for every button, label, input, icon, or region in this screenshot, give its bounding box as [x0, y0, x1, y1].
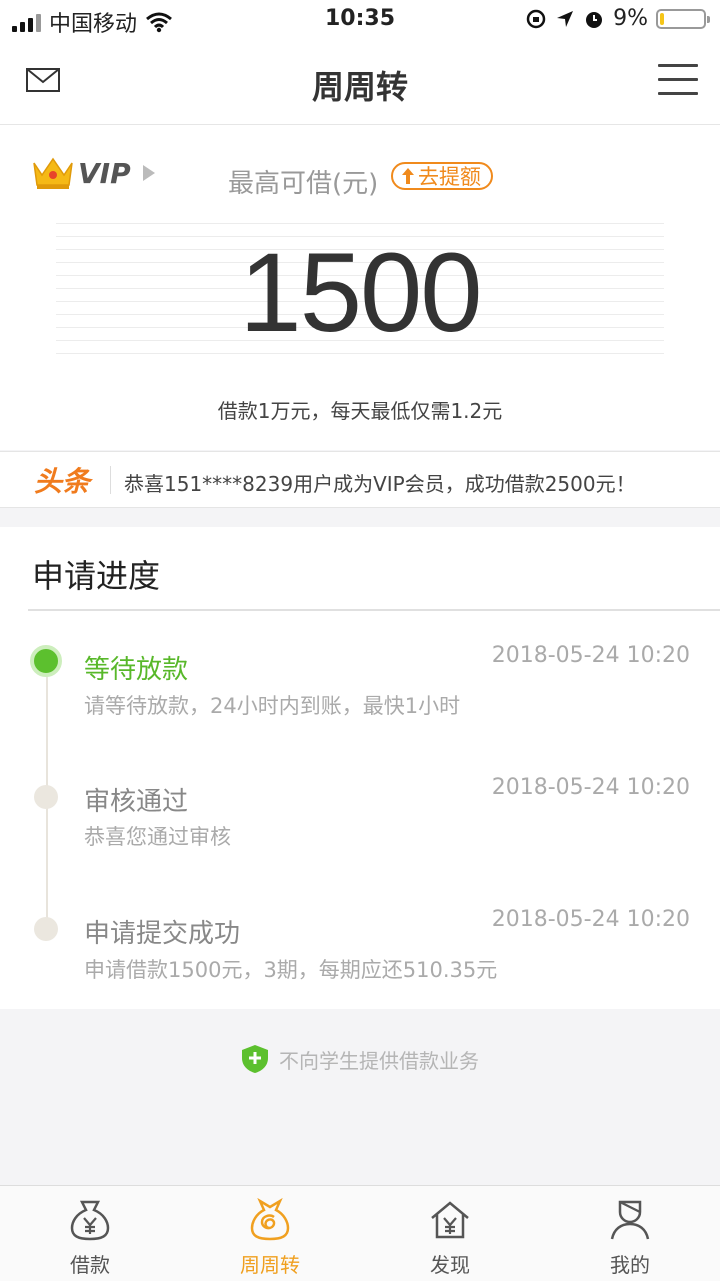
step-dot [34, 785, 58, 809]
vip-label: VIP [78, 156, 131, 190]
battery-icon [656, 8, 710, 29]
money-bag-icon [70, 1200, 110, 1241]
tab-label: 发现 [430, 1253, 470, 1277]
step-title: 等待放款 [84, 655, 189, 685]
tab-label: 周周转 [240, 1253, 300, 1277]
raise-limit-button[interactable]: 去提额 [391, 162, 493, 190]
headline-logo: 头条 [34, 465, 91, 498]
step-title: 申请提交成功 [84, 919, 241, 949]
tab-bar: 借款 周周转 发现 我的 [0, 1185, 720, 1281]
rotation-lock-icon [526, 9, 546, 28]
step-desc: 恭喜您通过审核 [84, 825, 231, 849]
divider [110, 466, 111, 494]
alarm-icon [586, 11, 603, 28]
raise-limit-label: 去提额 [418, 165, 481, 189]
tab-discover[interactable]: 发现 [360, 1186, 540, 1281]
up-arrow-icon [402, 168, 414, 184]
spiral-bag-icon [250, 1198, 290, 1241]
page-title: 周周转 [311, 68, 408, 106]
tab-mine[interactable]: 我的 [540, 1186, 720, 1281]
step-time: 2018-05-24 10:20 [491, 907, 690, 932]
step-dot [34, 917, 58, 941]
news-ticker[interactable]: 头条 恭喜151****8239用户成为VIP会员，成功借款2500元！ [0, 451, 720, 508]
house-yen-icon [431, 1201, 469, 1239]
news-text: 恭喜151****8239用户成为VIP会员，成功借款2500元！ [124, 472, 636, 496]
loan-note: 借款1万元，每天最低仅需1.2元 [217, 399, 503, 423]
step-time: 2018-05-24 10:20 [491, 643, 690, 668]
limit-card: VIP 最高可借(元) 去提额 1500 借款1万元，每天最低仅需1.2元 [0, 125, 720, 450]
nav-bar: 周周转 [0, 40, 720, 125]
tab-label: 我的 [610, 1253, 650, 1277]
location-icon [557, 10, 574, 27]
step-dot-active [30, 645, 62, 677]
person-icon [610, 1200, 650, 1240]
step-title: 审核通过 [84, 787, 189, 817]
step-time: 2018-05-24 10:20 [491, 775, 690, 800]
notice-text: 不向学生提供借款业务 [279, 1048, 479, 1073]
limit-amount: 1500 [239, 230, 482, 355]
progress-section: 申请进度 等待放款 2018-05-24 10:20 请等待放款，24小时内到账… [0, 527, 720, 1009]
tab-zhouzhouzhuan[interactable]: 周周转 [180, 1186, 360, 1281]
shield-icon [242, 1045, 268, 1073]
tab-label: 借款 [70, 1253, 110, 1277]
student-notice: 不向学生提供借款业务 [0, 1044, 720, 1074]
battery-percent: 9% [613, 6, 648, 31]
status-bar: 中国移动 10:35 9% [0, 0, 720, 40]
vip-entry[interactable]: VIP [30, 155, 155, 191]
crown-icon [33, 157, 73, 189]
caret-right-icon [142, 165, 155, 181]
step-desc: 请等待放款，24小时内到账，最快1小时 [84, 694, 461, 718]
menu-icon[interactable] [658, 64, 698, 96]
tab-loan[interactable]: 借款 [0, 1186, 180, 1281]
divider [28, 609, 720, 611]
limit-label: 最高可借(元) [228, 169, 379, 199]
step-desc: 申请借款1500元，3期，每期应还510.35元 [84, 958, 498, 982]
section-title: 申请进度 [32, 557, 161, 595]
